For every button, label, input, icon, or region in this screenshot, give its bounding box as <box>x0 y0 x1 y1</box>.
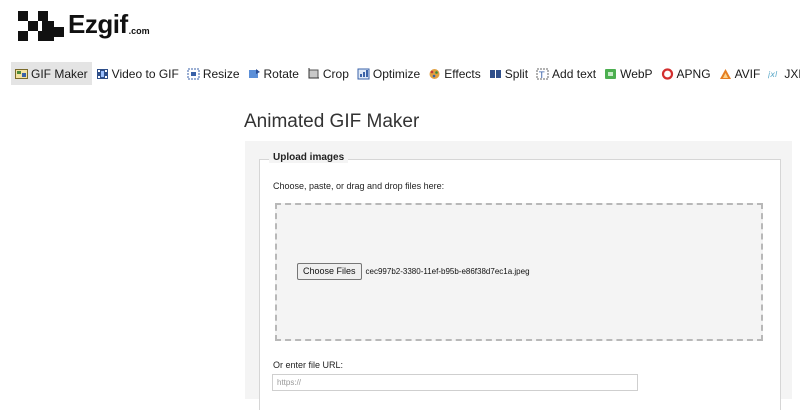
nav-label: Split <box>504 66 529 81</box>
nav-label: Optimize <box>372 66 421 81</box>
svg-text:jxl: jxl <box>768 70 778 79</box>
file-dropzone[interactable]: Choose Files cec997b2-3380-11ef-b95b-e86… <box>275 203 763 341</box>
nav-item-gif-maker[interactable]: GIF Maker <box>11 62 92 85</box>
video-icon <box>96 68 109 80</box>
choose-files-button[interactable]: Choose Files <box>297 263 362 280</box>
webp-icon <box>604 68 617 80</box>
add-text-icon: T <box>536 68 549 80</box>
nav-item-resize[interactable]: Resize <box>183 62 244 85</box>
nav-item-effects[interactable]: Effects <box>424 62 484 85</box>
nav-item-webp[interactable]: WebP <box>600 62 656 85</box>
nav-label: Resize <box>202 66 240 81</box>
nav-item-video-to-gif[interactable]: Video to GIF <box>92 62 183 85</box>
nav-item-optimize[interactable]: Optimize <box>353 62 424 85</box>
nav-label: WebP <box>620 66 653 81</box>
selected-file-name: cec997b2-3380-11ef-b95b-e86f38d7ec1a.jpe… <box>365 267 530 276</box>
upload-instructions: Choose, paste, or drag and drop files he… <box>273 181 445 191</box>
nav-label: Effects <box>444 66 481 81</box>
file-url-input[interactable] <box>272 374 638 391</box>
nav-item-split[interactable]: Split <box>485 62 532 85</box>
tool-nav: GIF Maker Video to GIF Resize Rotate Cro… <box>11 62 800 85</box>
logo-text: Ezgif <box>68 9 128 39</box>
split-icon <box>489 68 502 80</box>
avif-icon <box>719 68 732 80</box>
nav-item-apng[interactable]: APNG <box>657 62 715 85</box>
file-input-row: Choose Files cec997b2-3380-11ef-b95b-e86… <box>297 263 530 280</box>
jxl-icon: jxl <box>768 68 781 80</box>
ezgif-logo-icon <box>18 11 64 41</box>
nav-label: Video to GIF <box>111 66 179 81</box>
nav-item-add-text[interactable]: T Add text <box>532 62 600 85</box>
nav-label: Crop <box>322 66 349 81</box>
site-logo[interactable]: Ezgif .com <box>18 4 150 44</box>
crop-icon <box>307 67 320 80</box>
nav-item-rotate[interactable]: Rotate <box>244 62 303 85</box>
logo-suffix: .com <box>128 26 150 36</box>
upload-panel: Upload images Choose, paste, or drag and… <box>245 141 792 410</box>
nav-item-crop[interactable]: Crop <box>303 62 353 85</box>
page-title: Animated GIF Maker <box>244 111 420 132</box>
nav-label: Add text <box>552 66 597 81</box>
rotate-icon <box>248 68 261 80</box>
url-label: Or enter file URL: <box>273 360 344 370</box>
nav-label: AVIF <box>734 66 761 81</box>
nav-label: APNG <box>676 66 711 81</box>
gif-maker-icon <box>15 68 28 80</box>
nav-label: GIF Maker <box>31 66 88 81</box>
nav-item-jxl[interactable]: jxl JXL <box>764 62 800 85</box>
optimize-icon <box>357 68 370 80</box>
nav-item-avif[interactable]: AVIF <box>715 62 765 85</box>
resize-icon <box>187 68 200 80</box>
apng-icon <box>661 67 674 80</box>
site-header: Ezgif .com <box>0 0 800 52</box>
nav-label: JXL <box>784 66 800 81</box>
upload-legend: Upload images <box>269 152 349 163</box>
nav-label: Rotate <box>263 66 299 81</box>
svg-text:T: T <box>538 71 545 80</box>
effects-icon <box>428 68 441 80</box>
